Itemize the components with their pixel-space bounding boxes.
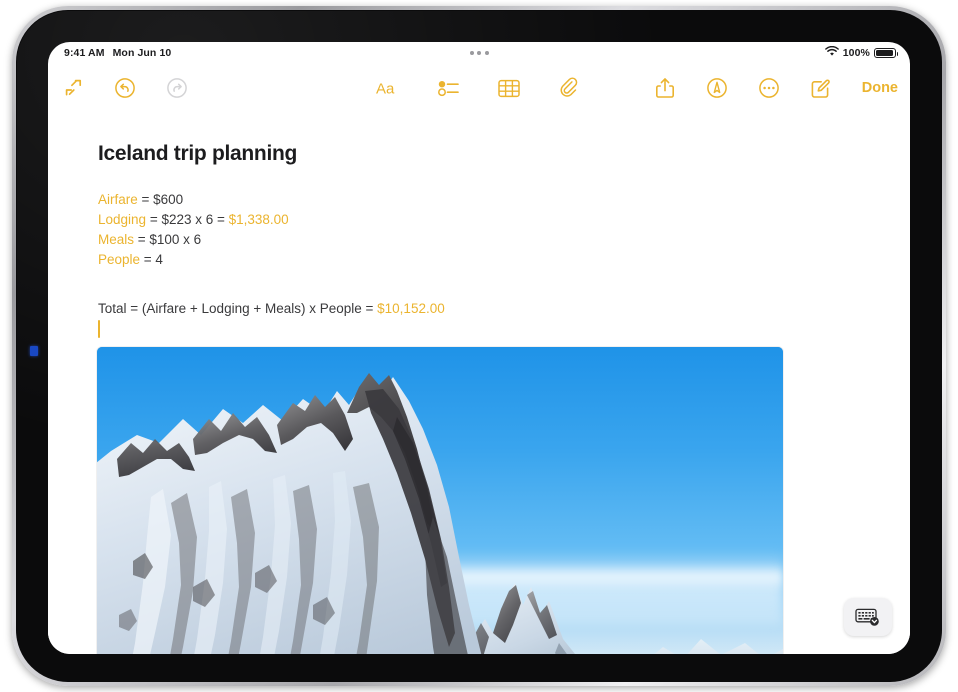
status-bar: 9:41 AM Mon Jun 10 100% bbox=[48, 42, 910, 64]
note-toolbar: Aa Done bbox=[48, 64, 910, 112]
battery-icon bbox=[874, 47, 899, 59]
compose-icon[interactable] bbox=[808, 75, 834, 101]
table-icon[interactable] bbox=[496, 75, 522, 101]
svg-text:Aa: Aa bbox=[376, 81, 395, 98]
share-icon[interactable] bbox=[652, 75, 678, 101]
status-bar-right: 100% bbox=[824, 45, 899, 60]
markup-icon[interactable] bbox=[704, 75, 730, 101]
calc-line: People = 4 bbox=[98, 250, 289, 270]
calc-expression: = $223 x 6 = bbox=[146, 212, 229, 227]
calc-variable: Lodging bbox=[98, 212, 147, 227]
hide-keyboard-icon bbox=[855, 608, 879, 626]
done-button[interactable]: Done bbox=[862, 80, 898, 96]
battery-percent-label: 100% bbox=[842, 47, 870, 59]
iceland-mountain-photo[interactable] bbox=[97, 347, 783, 654]
photo-mountains bbox=[97, 373, 783, 654]
calc-line: Airfare = $600 bbox=[98, 190, 289, 210]
toolbar-right-group: Done bbox=[652, 64, 898, 112]
total-result: $10,152.00 bbox=[377, 301, 445, 316]
bezel-annotation-marker bbox=[30, 346, 38, 356]
calc-variable: Airfare bbox=[98, 192, 138, 207]
calc-expression: = 4 bbox=[140, 252, 163, 267]
note-content-area[interactable]: Iceland trip planning Airfare = $600 Lod… bbox=[48, 112, 910, 654]
calculation-lines: Airfare = $600 Lodging = $223 x 6 = $1,3… bbox=[98, 190, 289, 270]
calc-line: Lodging = $223 x 6 = $1,338.00 bbox=[98, 210, 289, 230]
more-icon[interactable] bbox=[756, 75, 782, 101]
multitask-handle-icon[interactable] bbox=[469, 51, 489, 55]
tablet-screen: 9:41 AM Mon Jun 10 100% Aa Done Iceland … bbox=[48, 42, 910, 654]
format-text-icon[interactable]: Aa bbox=[376, 75, 402, 101]
hide-keyboard-button[interactable] bbox=[844, 598, 892, 636]
total-expression: Total = (Airfare + Lodging + Meals) x Pe… bbox=[98, 301, 378, 316]
total-line: Total = (Airfare + Lodging + Meals) x Pe… bbox=[98, 301, 445, 316]
status-bar-center bbox=[48, 51, 910, 55]
text-cursor bbox=[98, 320, 101, 338]
attachment-icon[interactable] bbox=[556, 75, 582, 101]
device-frame: 9:41 AM Mon Jun 10 100% Aa Done Iceland … bbox=[12, 6, 946, 686]
calc-variable: Meals bbox=[98, 232, 135, 247]
note-title: Iceland trip planning bbox=[98, 142, 298, 165]
calc-result: $1,338.00 bbox=[228, 212, 289, 227]
calc-variable: People bbox=[98, 252, 141, 267]
calc-expression: = $100 x 6 bbox=[134, 232, 202, 247]
calc-line: Meals = $100 x 6 bbox=[98, 230, 289, 250]
wifi-icon bbox=[824, 45, 839, 60]
calc-expression: = $600 bbox=[137, 192, 184, 207]
checklist-icon[interactable] bbox=[436, 75, 462, 101]
